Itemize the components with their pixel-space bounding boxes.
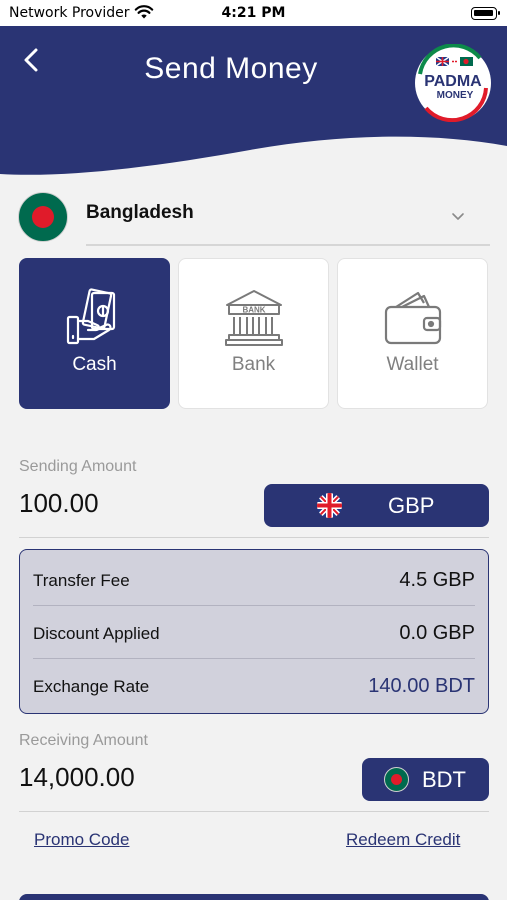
clock: 4:21 PM: [221, 5, 286, 21]
exchange-rate-row: Exchange Rate 140.00 BDT: [33, 659, 475, 711]
country-selector[interactable]: Bangladesh: [18, 190, 490, 248]
method-label: Wallet: [386, 354, 439, 375]
sending-amount-underline: [19, 537, 489, 538]
receiving-amount-input[interactable]: 14,000.00: [19, 762, 135, 793]
bangladesh-flag-icon: [18, 192, 68, 242]
transfer-fee-row: Transfer Fee 4.5 GBP: [33, 553, 475, 605]
sending-amount-label: Sending Amount: [19, 458, 137, 475]
bank-building-icon: BANK: [225, 290, 283, 346]
bangladesh-flag-icon: [384, 767, 409, 792]
method-label: Cash: [72, 354, 117, 375]
receiving-amount-underline: [19, 811, 489, 812]
page-title: Send Money: [144, 52, 318, 85]
country-underline: [86, 244, 490, 246]
receiving-currency-button[interactable]: BDT: [362, 758, 489, 801]
logo-text-padma: PADMA: [424, 73, 482, 90]
status-bar: Network Provider 4:21 PM: [0, 0, 507, 26]
continue-button[interactable]: [19, 894, 489, 900]
method-label: Bank: [231, 354, 276, 375]
header: Send Money PADMA MONEY: [0, 26, 507, 178]
cash-hand-icon: [66, 288, 116, 345]
padma-money-logo: PADMA MONEY: [415, 44, 491, 122]
method-bank[interactable]: BANK Bank: [178, 258, 329, 409]
receiving-amount-label: Receiving Amount: [19, 732, 148, 749]
transfer-fee-value: 4.5 GBP: [399, 569, 475, 591]
wallet-icon: [384, 291, 442, 345]
method-wallet[interactable]: Wallet: [337, 258, 488, 409]
method-cash[interactable]: Cash: [19, 258, 170, 409]
chevron-down-icon: [452, 213, 464, 220]
uk-flag-icon: [317, 493, 342, 518]
logo-text-money: MONEY: [437, 90, 474, 101]
receiving-currency-code: BDT: [422, 767, 466, 792]
redeem-credit-link[interactable]: Redeem Credit: [346, 830, 460, 850]
promo-code-link[interactable]: Promo Code: [34, 830, 129, 850]
sending-amount-input[interactable]: 100.00: [19, 488, 99, 519]
transfer-fee-label: Transfer Fee: [33, 571, 130, 590]
battery-icon: [471, 7, 500, 20]
svg-text:BANK: BANK: [242, 306, 265, 315]
fees-summary-card: Transfer Fee 4.5 GBP Discount Applied 0.…: [19, 549, 489, 714]
exchange-rate-value: 140.00 BDT: [368, 675, 475, 697]
exchange-rate-label: Exchange Rate: [33, 677, 150, 696]
discount-label: Discount Applied: [33, 624, 160, 643]
country-name: Bangladesh: [86, 202, 194, 223]
sending-currency-code: GBP: [388, 493, 435, 518]
discount-row: Discount Applied 0.0 GBP: [33, 606, 475, 658]
discount-value: 0.0 GBP: [399, 622, 475, 644]
sending-currency-button[interactable]: GBP: [264, 484, 489, 527]
